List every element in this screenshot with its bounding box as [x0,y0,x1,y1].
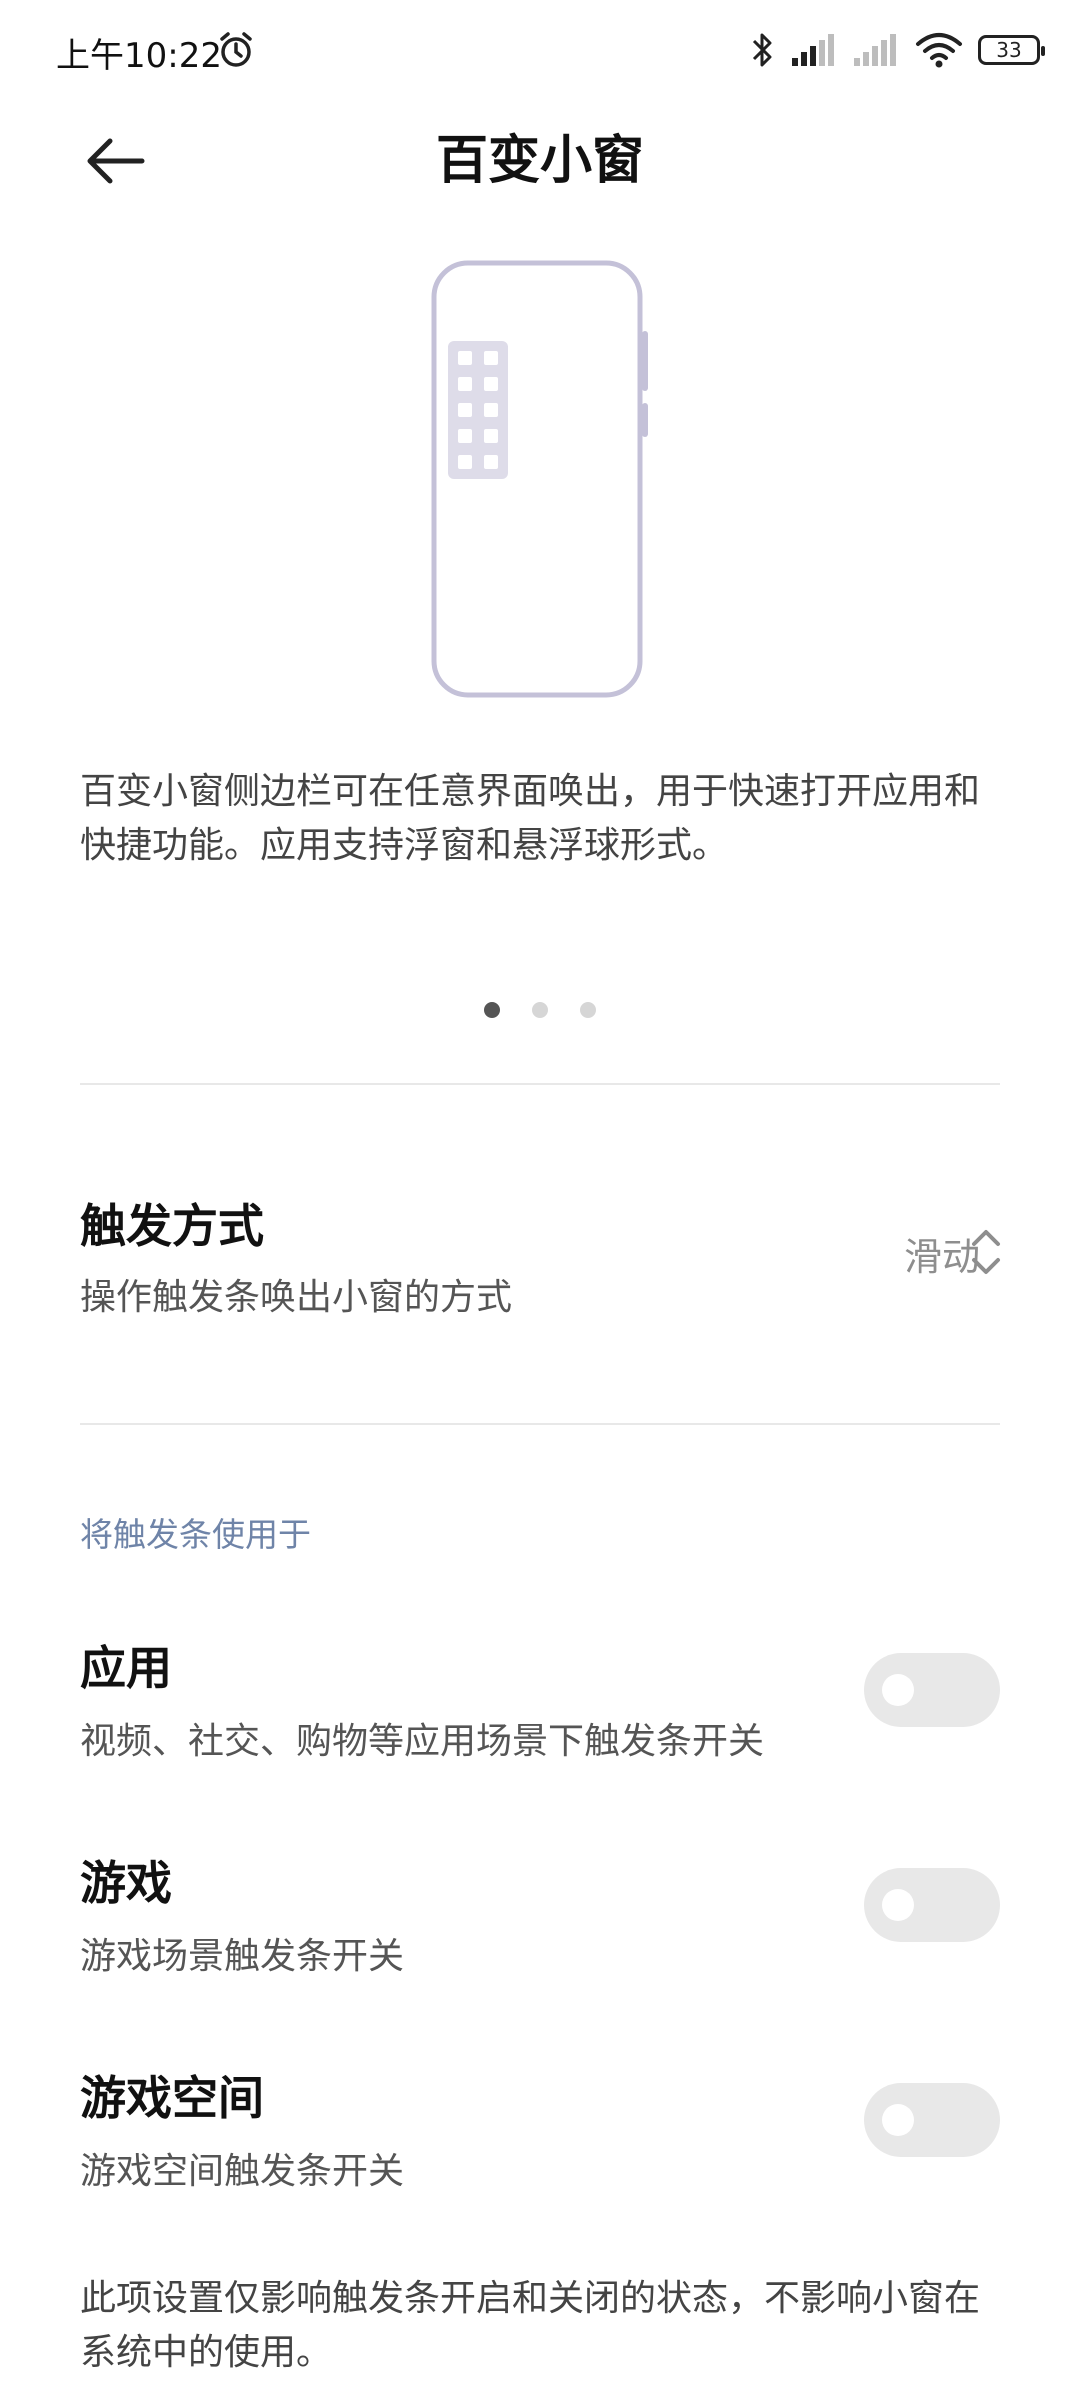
toggle-subtitle: 视频、社交、购物等应用场景下触发条开关 [80,1721,765,1762]
apps-toggle-switch[interactable] [864,1653,1000,1727]
battery-icon: 33 [978,35,1045,65]
trigger-method-row[interactable]: 触发方式 操作触发条唤出小窗的方式 [80,1190,1000,1330]
phone-sidebar-illustration [431,260,648,698]
trigger-method-subtitle: 操作触发条唤出小窗的方式 [80,1277,513,1318]
signal-icon [854,34,896,66]
page-title: 百变小窗 [435,131,644,191]
toggle-knob [882,1889,914,1921]
alarm-icon [220,32,252,67]
page-dot-2[interactable] [532,1002,548,1018]
toggle-title: 应用 [80,1641,172,1695]
divider [80,1083,1000,1085]
page-indicator[interactable] [0,1002,1080,1018]
signal-icon [792,34,834,66]
toggle-knob [882,2104,914,2136]
page-dot-3[interactable] [580,1002,596,1018]
trigger-method-title: 触发方式 [80,1199,264,1253]
toggle-title: 游戏空间 [80,2071,264,2125]
toggle-row-game-space[interactable]: 游戏空间 游戏空间触发条开关 [80,2062,840,2194]
feature-description: 百变小窗侧边栏可在任意界面唤出，用于快速打开应用和快捷功能。应用支持浮窗和悬浮球… [80,771,981,866]
game-space-toggle-switch[interactable] [864,2083,1000,2157]
toggle-subtitle: 游戏场景触发条开关 [80,1936,405,1977]
footnote: 此项设置仅影响触发条开启和关闭的状态，不影响小窗在系统中的使用。 [80,2278,981,2373]
trigger-method-value[interactable]: 滑动 [904,1226,980,1281]
divider [80,1423,1000,1425]
wifi-icon [916,33,962,68]
games-toggle-switch[interactable] [864,1868,1000,1942]
page-dot-1[interactable] [484,1002,500,1018]
toggle-title: 游戏 [80,1856,172,1910]
toggle-subtitle: 游戏空间触发条开关 [80,2151,405,2192]
toggle-knob [882,1674,914,1706]
toggle-row-games[interactable]: 游戏 游戏场景触发条开关 [80,1847,840,1979]
chevron-up-down-icon[interactable] [970,1224,1002,1280]
bluetooth-icon [752,33,772,67]
status-icons: 33 [750,28,1045,72]
toggle-row-apps[interactable]: 应用 视频、社交、购物等应用场景下触发条开关 [80,1632,840,1764]
battery-level: 33 [996,38,1022,62]
section-label: 将触发条使用于 [80,1515,311,1554]
status-time: 上午10:22 [56,36,222,76]
